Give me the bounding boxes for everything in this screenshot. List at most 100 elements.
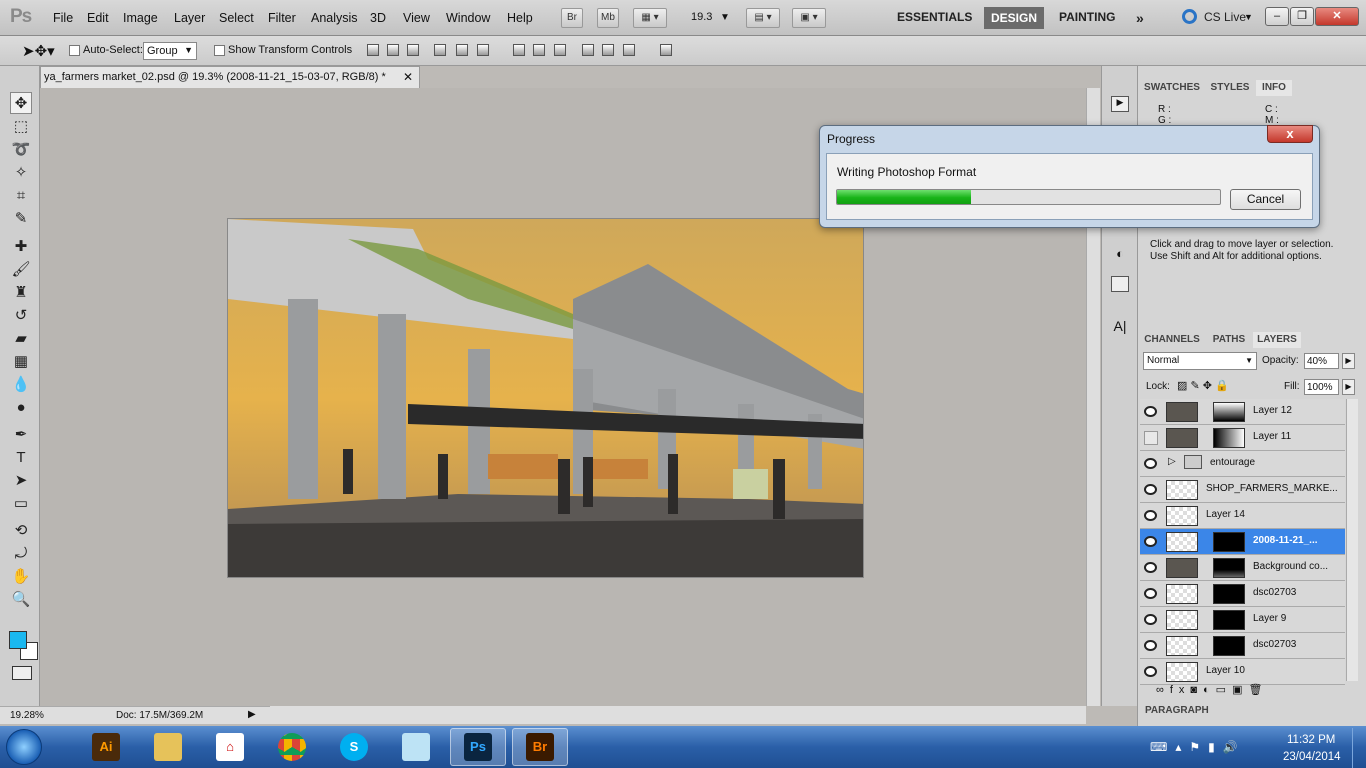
distribute-top-icon[interactable] bbox=[513, 44, 525, 56]
taskbar-illustrator[interactable]: Ai bbox=[78, 728, 134, 766]
align-bottom-icon[interactable] bbox=[407, 44, 419, 56]
quick-mask-icon[interactable] bbox=[12, 666, 32, 680]
zoom-percentage[interactable]: 19.28% bbox=[10, 710, 44, 721]
hand-tool-icon[interactable]: ✋ bbox=[10, 566, 32, 588]
zoom-level-field[interactable]: 19.3 bbox=[691, 11, 712, 23]
tab-styles[interactable]: STYLES bbox=[1207, 80, 1253, 96]
fill-field[interactable]: 100% bbox=[1304, 379, 1339, 395]
cs-live-label[interactable]: CS Live bbox=[1204, 10, 1246, 24]
visibility-eye-icon[interactable] bbox=[1144, 562, 1157, 573]
visibility-off-box[interactable] bbox=[1144, 431, 1158, 445]
mask-panel-icon[interactable]: ◐ bbox=[1111, 246, 1129, 262]
type-tool-icon[interactable]: T bbox=[10, 447, 32, 469]
menu-window[interactable]: Window bbox=[446, 11, 490, 25]
arrange-documents-button[interactable]: ▤ ▾ bbox=[746, 8, 780, 28]
align-vcenter-icon[interactable] bbox=[387, 44, 399, 56]
opacity-field[interactable]: 40% bbox=[1304, 353, 1339, 369]
eraser-tool-icon[interactable]: ▰ bbox=[10, 328, 32, 350]
clone-stamp-tool-icon[interactable]: ♜ bbox=[10, 282, 32, 304]
taskbar-explorer[interactable] bbox=[140, 728, 196, 766]
visibility-eye-icon[interactable] bbox=[1144, 510, 1157, 521]
auto-select-dropdown[interactable]: Group ▼ bbox=[143, 42, 197, 60]
menu-edit[interactable]: Edit bbox=[87, 11, 109, 25]
status-menu-arrow-icon[interactable]: ▶ bbox=[248, 709, 256, 720]
gradient-tool-icon[interactable]: ▦ bbox=[10, 351, 32, 373]
character-panel-icon[interactable]: A| bbox=[1111, 318, 1129, 336]
auto-align-icon[interactable] bbox=[660, 44, 672, 56]
minimize-button[interactable]: – bbox=[1265, 7, 1289, 26]
lock-icons[interactable]: ▨ ✎ ✥ 🔒 bbox=[1177, 379, 1229, 392]
dialog-close-button[interactable]: x bbox=[1267, 125, 1313, 143]
play-actions-icon[interactable]: ▶ bbox=[1111, 96, 1129, 112]
layer-mask-thumbnail[interactable] bbox=[1213, 558, 1245, 578]
start-button[interactable] bbox=[6, 729, 42, 765]
taskbar-bridge[interactable]: Br bbox=[512, 728, 568, 766]
system-tray-icons[interactable]: ⌨▴⚑▮🔊 bbox=[1150, 740, 1246, 754]
layer-mask-thumbnail[interactable] bbox=[1213, 636, 1245, 656]
align-top-icon[interactable] bbox=[367, 44, 379, 56]
bridge-button[interactable]: Br bbox=[561, 8, 583, 28]
workspace-painting[interactable]: PAINTING bbox=[1059, 10, 1115, 24]
menu-view[interactable]: View bbox=[403, 11, 430, 25]
marquee-tool-icon[interactable]: ⬚ bbox=[10, 116, 32, 138]
close-document-icon[interactable]: ✕ bbox=[403, 70, 413, 84]
layer-row[interactable]: Background co... bbox=[1140, 555, 1345, 581]
layer-row[interactable]: Layer 10 bbox=[1140, 659, 1345, 685]
visibility-eye-icon[interactable] bbox=[1144, 406, 1157, 417]
layer-footer-icons[interactable]: ∞fx◙◐▭▣🗑 bbox=[1156, 683, 1268, 696]
layer-row[interactable]: Layer 14 bbox=[1140, 503, 1345, 529]
layer-row[interactable]: Layer 11 bbox=[1140, 425, 1345, 451]
distribute-hcenter-icon[interactable] bbox=[602, 44, 614, 56]
layer-mask-thumbnail[interactable] bbox=[1213, 428, 1245, 448]
distribute-right-icon[interactable] bbox=[623, 44, 635, 56]
taskbar-chrome[interactable] bbox=[264, 728, 320, 766]
crop-tool-icon[interactable]: ⌗ bbox=[10, 185, 32, 207]
layer-mask-thumbnail[interactable] bbox=[1213, 584, 1245, 604]
visibility-eye-icon[interactable] bbox=[1144, 536, 1157, 547]
more-workspaces-icon[interactable]: » bbox=[1136, 10, 1144, 26]
layer-row-selected[interactable]: 2008-11-21_... bbox=[1140, 529, 1345, 555]
pen-tool-icon[interactable]: ✒ bbox=[10, 424, 32, 446]
align-hcenter-icon[interactable] bbox=[456, 44, 468, 56]
blend-mode-dropdown[interactable]: Normal ▼ bbox=[1143, 352, 1257, 370]
align-right-icon[interactable] bbox=[477, 44, 489, 56]
quick-selection-tool-icon[interactable]: ✧ bbox=[10, 162, 32, 184]
visibility-eye-icon[interactable] bbox=[1144, 640, 1157, 651]
expand-triangle-icon[interactable]: ▷ bbox=[1168, 456, 1176, 467]
horizontal-scrollbar[interactable] bbox=[270, 706, 1086, 724]
taskbar-acrobat[interactable]: ⌂ bbox=[202, 728, 258, 766]
zoom-dropdown-icon[interactable]: ▼ bbox=[720, 12, 730, 23]
opacity-slider-arrow-icon[interactable]: ▶ bbox=[1342, 353, 1355, 369]
zoom-tool-icon[interactable]: 🔍 bbox=[10, 589, 32, 611]
close-app-button[interactable]: ✕ bbox=[1315, 7, 1359, 26]
blur-tool-icon[interactable]: 💧 bbox=[10, 374, 32, 396]
healing-brush-tool-icon[interactable]: ✚ bbox=[10, 236, 32, 258]
menu-image[interactable]: Image bbox=[123, 11, 158, 25]
layers-scrollbar[interactable] bbox=[1346, 399, 1358, 681]
maximize-button[interactable]: ❐ bbox=[1290, 7, 1314, 26]
tab-channels[interactable]: CHANNELS bbox=[1140, 332, 1204, 348]
show-desktop-button[interactable] bbox=[1352, 728, 1366, 768]
adjustment-panel-icon[interactable] bbox=[1111, 276, 1129, 292]
menu-filter[interactable]: Filter bbox=[268, 11, 296, 25]
distribute-bottom-icon[interactable] bbox=[554, 44, 566, 56]
layer-row[interactable]: Layer 9 bbox=[1140, 607, 1345, 633]
brush-tool-icon[interactable]: 🖌 bbox=[10, 259, 32, 281]
move-tool-preset-icon[interactable]: ➤✥▾ bbox=[22, 42, 55, 60]
taskbar-notepad[interactable] bbox=[388, 728, 444, 766]
document-tab[interactable]: ya_farmers market_02.psd @ 19.3% (2008-1… bbox=[40, 66, 420, 88]
visibility-eye-icon[interactable] bbox=[1144, 588, 1157, 599]
menu-help[interactable]: Help bbox=[507, 11, 533, 25]
distribute-vcenter-icon[interactable] bbox=[533, 44, 545, 56]
fill-slider-arrow-icon[interactable]: ▶ bbox=[1342, 379, 1355, 395]
clock-time[interactable]: 11:32 PM bbox=[1287, 734, 1335, 746]
mini-bridge-button[interactable]: Mb bbox=[597, 8, 619, 28]
shape-tool-icon[interactable]: ▭ bbox=[10, 493, 32, 515]
workspace-design[interactable]: DESIGN bbox=[984, 7, 1044, 29]
tab-info[interactable]: INFO bbox=[1256, 80, 1292, 96]
layer-mask-thumbnail[interactable] bbox=[1213, 532, 1245, 552]
show-transform-checkbox[interactable] bbox=[214, 45, 225, 56]
menu-layer[interactable]: Layer bbox=[174, 11, 205, 25]
layer-row[interactable]: SHOP_FARMERS_MARKE... bbox=[1140, 477, 1345, 503]
tab-paths[interactable]: PATHS bbox=[1207, 332, 1251, 348]
